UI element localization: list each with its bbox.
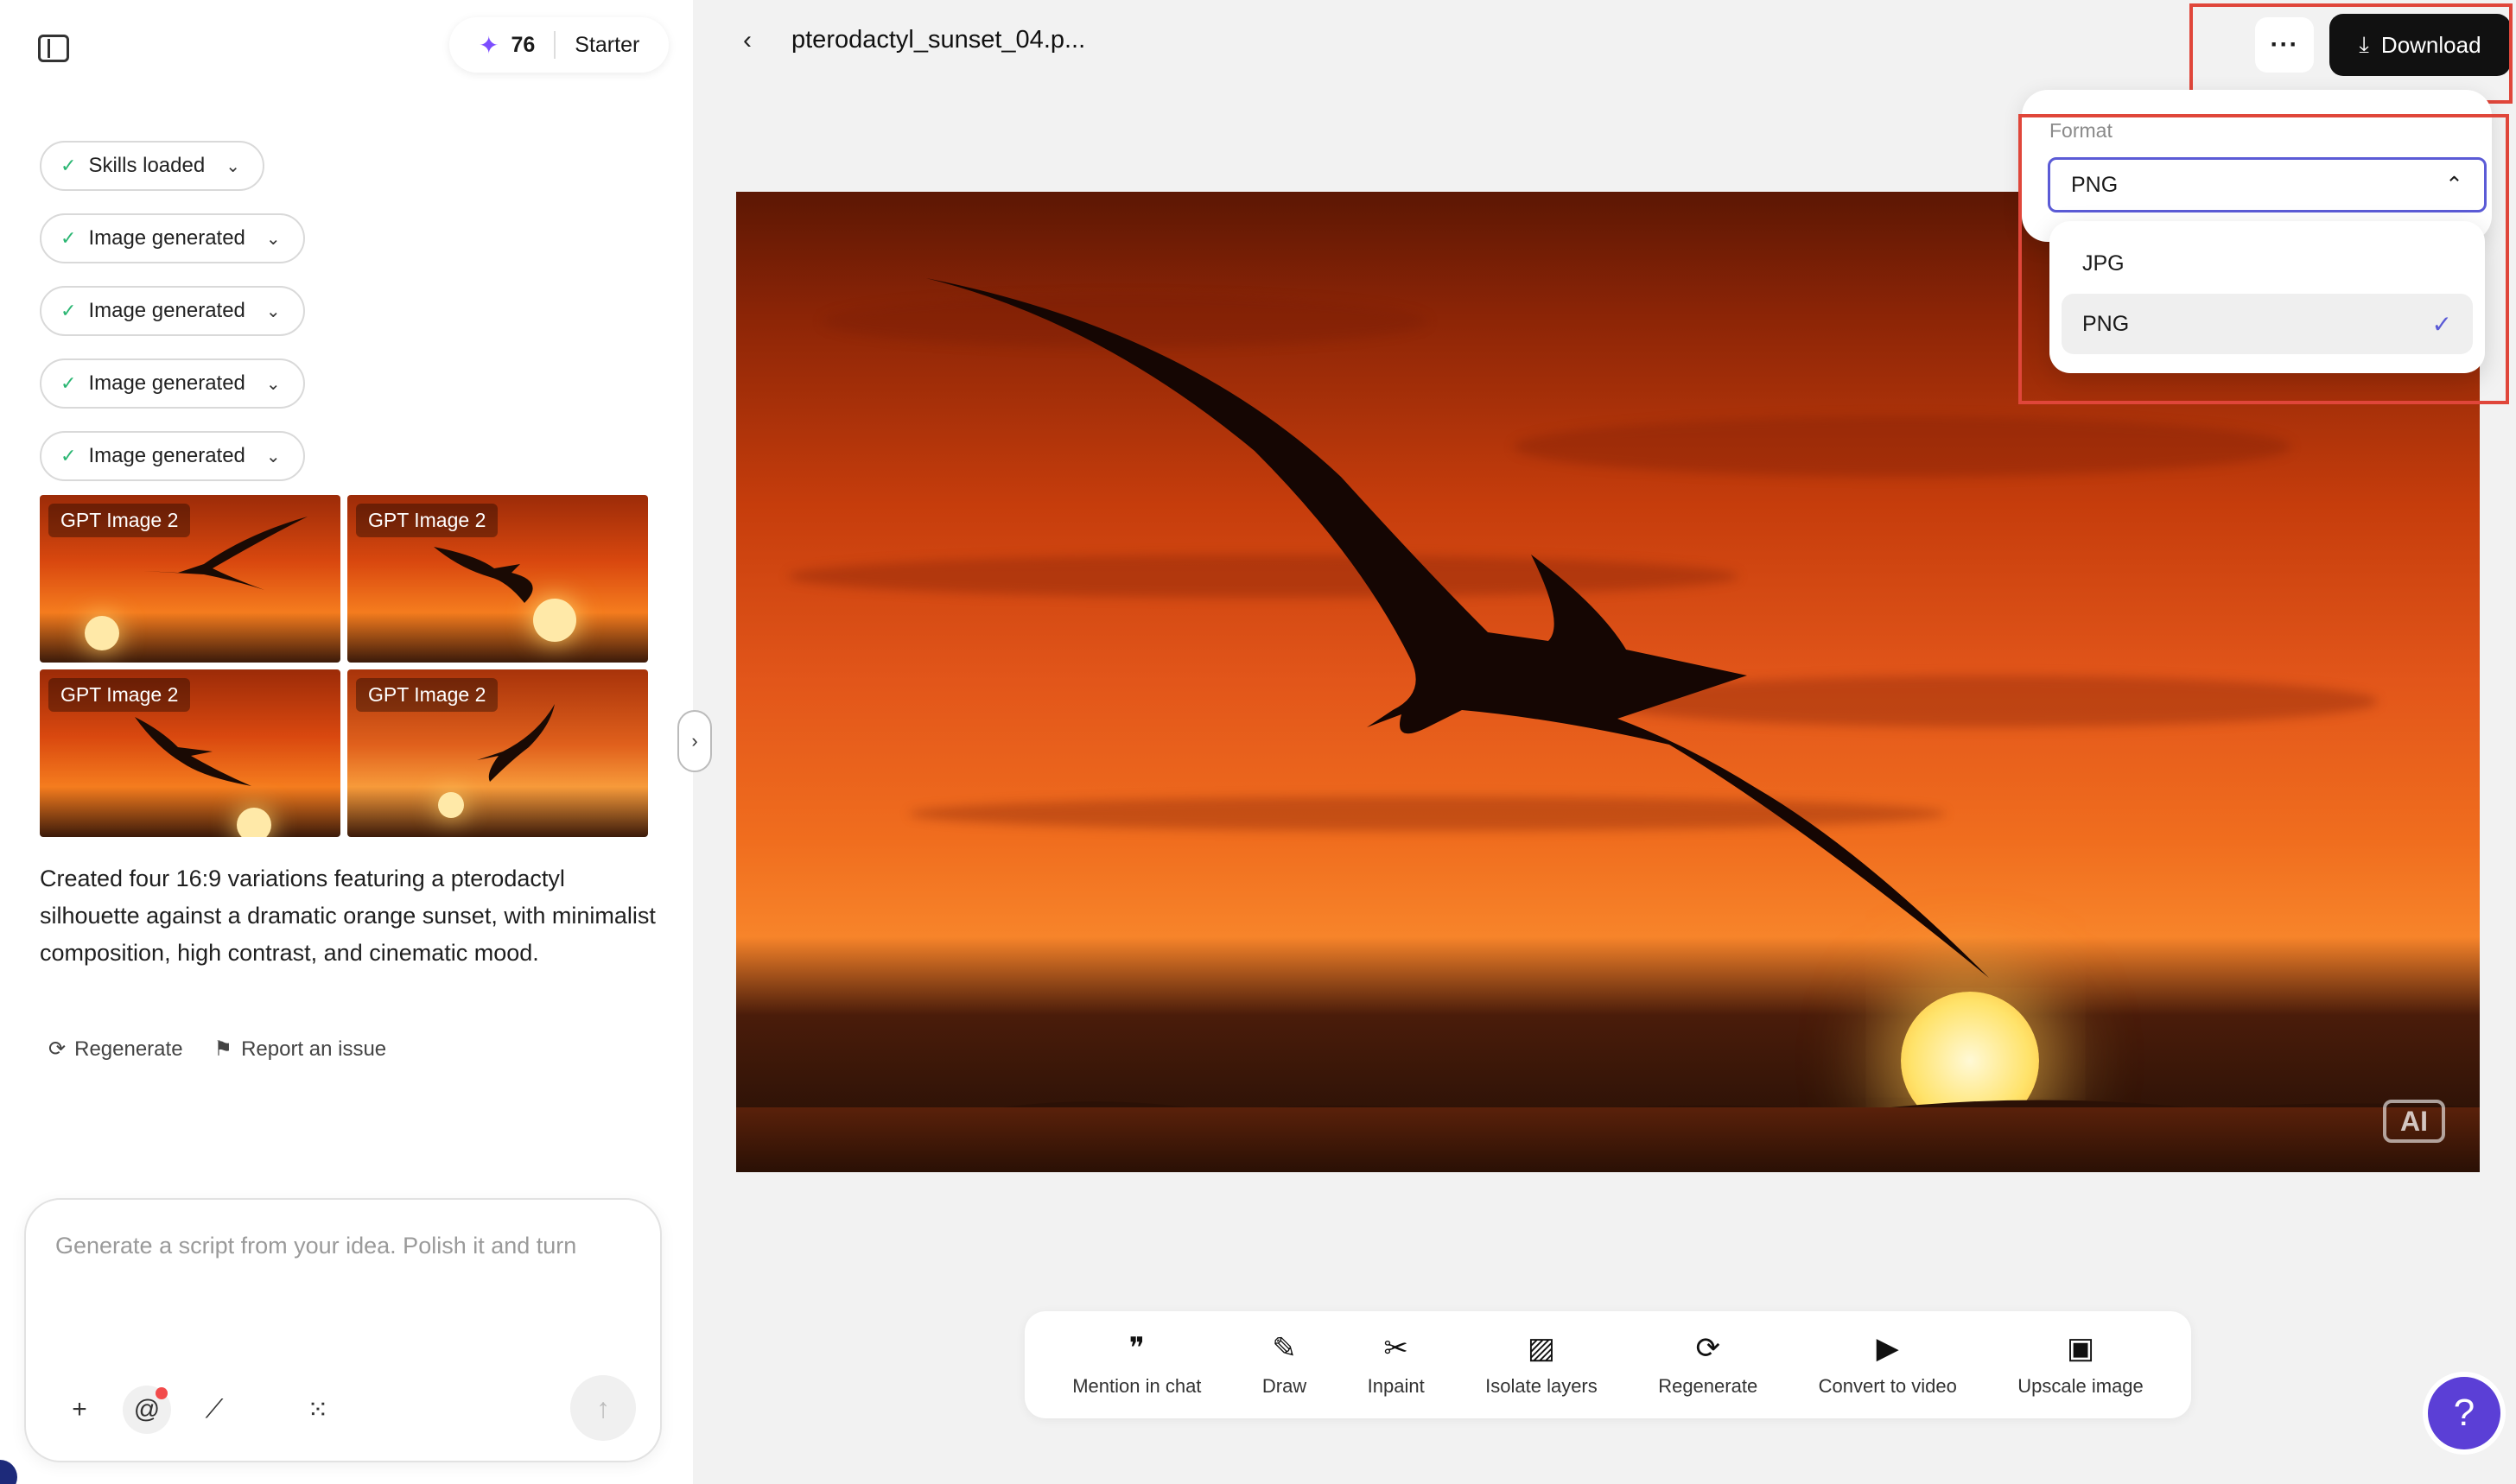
expand-panel-button[interactable]: › bbox=[677, 710, 712, 772]
chevron-down-icon: ⌄ bbox=[265, 447, 281, 466]
step-label: Image generated bbox=[88, 226, 245, 250]
video-icon: ▶ bbox=[1876, 1332, 1899, 1365]
tool-label: Convert to video bbox=[1818, 1375, 1957, 1397]
check-icon: ✓ bbox=[60, 155, 77, 176]
chevron-down-icon: ⌄ bbox=[265, 301, 281, 321]
thumbnail-label: GPT Image 2 bbox=[356, 678, 499, 712]
magic-wand-icon[interactable]: ⟋ bbox=[190, 1386, 238, 1434]
thumbnail[interactable]: GPT Image 2 bbox=[347, 669, 648, 837]
check-icon: ✓ bbox=[60, 227, 77, 249]
upscale-image-button[interactable]: ▣ Upscale image bbox=[2017, 1332, 2144, 1398]
help-button[interactable]: ? bbox=[2423, 1372, 2506, 1455]
regenerate-action[interactable]: ⟳ Regenerate bbox=[48, 1037, 183, 1062]
step-chip-image-3[interactable]: ✓ Image generated ⌄ bbox=[40, 358, 305, 409]
image-layers-icon: ▨ bbox=[1527, 1332, 1556, 1365]
tool-label: Draw bbox=[1261, 1375, 1307, 1397]
isolate-layers-button[interactable]: ▨ Isolate layers bbox=[1485, 1332, 1598, 1398]
draw-button[interactable]: ✎ Draw bbox=[1262, 1332, 1306, 1398]
sparkle-icon: ✦ bbox=[479, 31, 499, 59]
back-arrow-icon[interactable]: ‹ bbox=[743, 26, 752, 55]
quote-icon: ❞ bbox=[1128, 1332, 1145, 1365]
chevron-down-icon: ⌄ bbox=[226, 156, 240, 176]
flag-icon: ⚑ bbox=[213, 1037, 233, 1061]
send-button[interactable]: ↑ bbox=[570, 1375, 636, 1441]
tool-label: Upscale image bbox=[2017, 1375, 2144, 1397]
highlight-box bbox=[2018, 114, 2509, 404]
ai-badge: AI bbox=[2383, 1100, 2445, 1143]
thumbnail-grid: GPT Image 2 GPT Image 2 GPT Image 2 GPT … bbox=[40, 495, 648, 837]
step-label: Image generated bbox=[88, 371, 245, 395]
highlight-box bbox=[2189, 3, 2513, 104]
tool-label: Regenerate bbox=[1658, 1375, 1758, 1397]
step-chip-skills[interactable]: ✓ Skills loaded ⌄ bbox=[40, 141, 264, 191]
step-label: Image generated bbox=[88, 444, 245, 467]
chevron-down-icon: ⌄ bbox=[265, 374, 281, 394]
check-icon: ✓ bbox=[60, 445, 77, 466]
step-label: Skills loaded bbox=[88, 154, 206, 177]
mention-in-chat-button[interactable]: ❞ Mention in chat bbox=[1072, 1332, 1201, 1398]
scissors-icon: ✂ bbox=[1383, 1332, 1408, 1365]
chevron-down-icon: ⌄ bbox=[265, 229, 281, 249]
reply-actions: ⟳ Regenerate ⚑ Report an issue bbox=[48, 1037, 386, 1062]
tool-label: Mention in chat bbox=[1072, 1375, 1202, 1397]
divider bbox=[554, 31, 556, 59]
composer-placeholder[interactable]: Generate a script from your idea. Polish… bbox=[55, 1233, 576, 1259]
plan-name: Starter bbox=[575, 32, 640, 57]
thumbnail[interactable]: GPT Image 2 bbox=[40, 669, 340, 837]
notification-dot bbox=[156, 1387, 168, 1399]
image-toolbar: ❞ Mention in chat ✎ Draw ✂ Inpaint ▨ Iso… bbox=[1025, 1311, 2191, 1418]
credits-count: 76 bbox=[511, 32, 536, 57]
refresh-icon: ⟳ bbox=[48, 1037, 67, 1061]
tool-label: Inpaint bbox=[1367, 1375, 1425, 1397]
apps-icon[interactable]: ⁙ bbox=[294, 1386, 342, 1434]
credits-pill[interactable]: ✦ 76 Starter bbox=[449, 17, 670, 73]
tool-label: Isolate layers bbox=[1485, 1375, 1598, 1397]
thumbnail[interactable]: GPT Image 2 bbox=[40, 495, 340, 663]
step-chip-image-2[interactable]: ✓ Image generated ⌄ bbox=[40, 286, 305, 336]
report-label: Report an issue bbox=[241, 1037, 387, 1061]
step-chip-image-1[interactable]: ✓ Image generated ⌄ bbox=[40, 213, 305, 263]
hd-icon: ▣ bbox=[2066, 1332, 2095, 1365]
report-issue-action[interactable]: ⚑ Report an issue bbox=[214, 1037, 387, 1062]
refresh-icon: ⟳ bbox=[1695, 1332, 1720, 1365]
mention-icon[interactable]: @ bbox=[123, 1386, 171, 1434]
check-icon: ✓ bbox=[60, 372, 77, 394]
regenerate-button[interactable]: ⟳ Regenerate bbox=[1658, 1332, 1757, 1398]
convert-to-video-button[interactable]: ▶ Convert to video bbox=[1819, 1332, 1957, 1398]
assistant-reply: Created four 16:9 variations featuring a… bbox=[40, 866, 656, 966]
step-label: Image generated bbox=[88, 299, 245, 322]
add-icon[interactable]: + bbox=[55, 1386, 104, 1434]
chat-composer[interactable]: Generate a script from your idea. Polish… bbox=[24, 1198, 662, 1462]
step-chip-image-4[interactable]: ✓ Image generated ⌄ bbox=[40, 431, 305, 481]
chat-panel: ✦ 76 Starter ✓ Skills loaded ⌄ ✓ Image g… bbox=[0, 0, 693, 1484]
question-icon: ? bbox=[2453, 1392, 2475, 1434]
brush-icon: ✎ bbox=[1272, 1332, 1297, 1365]
regenerate-label: Regenerate bbox=[74, 1037, 183, 1061]
sidebar-toggle-icon[interactable] bbox=[38, 35, 69, 62]
file-name: pterodactyl_sunset_04.p... bbox=[791, 26, 1086, 54]
thumbnail-label: GPT Image 2 bbox=[48, 504, 191, 537]
inpaint-button[interactable]: ✂ Inpaint bbox=[1368, 1332, 1425, 1398]
thumbnail-label: GPT Image 2 bbox=[356, 504, 499, 537]
thumbnail-label: GPT Image 2 bbox=[48, 678, 191, 712]
thumbnail[interactable]: GPT Image 2 bbox=[347, 495, 648, 663]
check-icon: ✓ bbox=[60, 300, 77, 321]
